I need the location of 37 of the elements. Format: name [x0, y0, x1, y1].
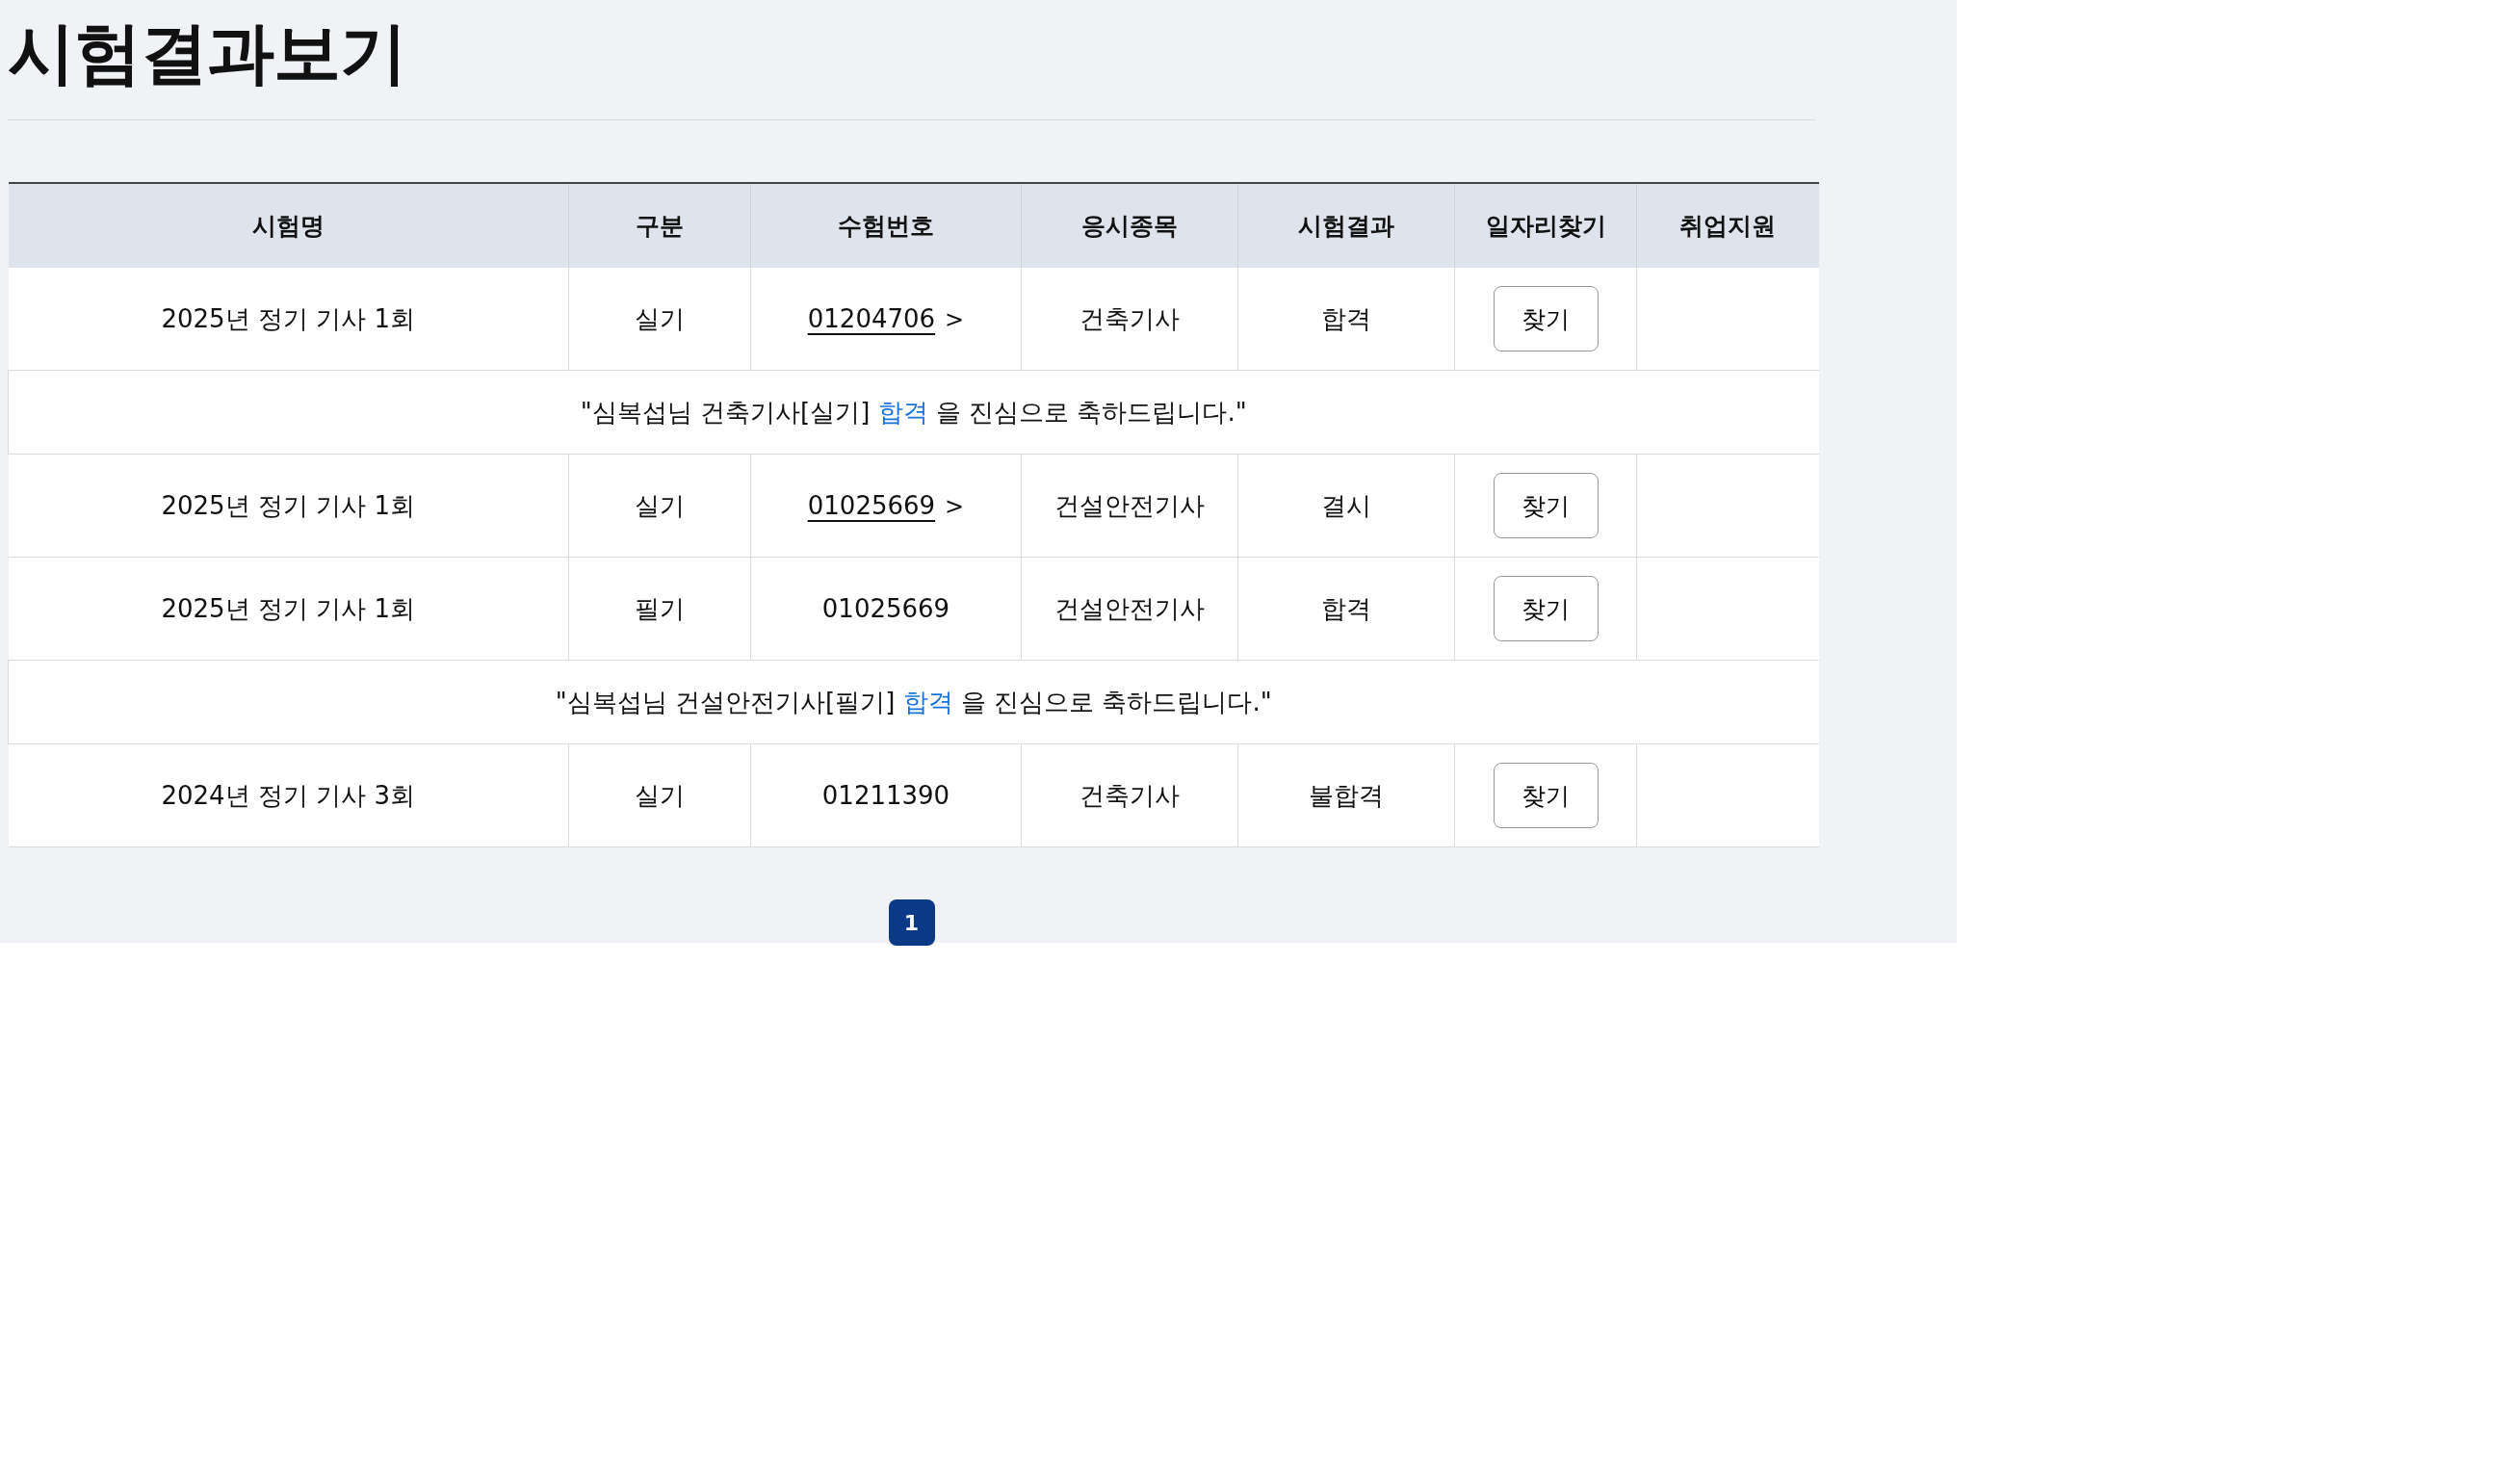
table-cell: 실기: [568, 268, 751, 371]
find-button[interactable]: 찾기: [1493, 763, 1599, 828]
chevron-icon: >: [945, 493, 965, 520]
table-cell: 2024년 정기 기사 3회: [8, 743, 569, 847]
table-cell: 실기: [568, 743, 751, 847]
column-header: 취업지원: [1636, 183, 1819, 268]
column-header: 수험번호: [750, 183, 1022, 268]
table-cell: 2025년 정기 기사 1회: [8, 268, 569, 371]
table-cell: 건설안전기사: [1021, 454, 1238, 558]
exam-number-link[interactable]: 01204706: [807, 304, 936, 333]
table-cell: 실기: [568, 454, 751, 558]
congratulation-message: "심복섭님 건설안전기사[필기] 합격 을 진심으로 축하드립니다.": [555, 687, 1272, 716]
table-cell: 불합격: [1237, 743, 1455, 847]
table-cell: 합격: [1237, 557, 1455, 661]
column-header: 일자리찾기: [1454, 183, 1637, 268]
exam-number-link[interactable]: 01025669: [807, 491, 936, 520]
table-cell: 2025년 정기 기사 1회: [8, 454, 569, 558]
chevron-icon: >: [945, 306, 965, 333]
page-title: 시험결과보기: [8, 13, 407, 92]
page-button[interactable]: 1: [888, 899, 935, 946]
exam-number: 01025669: [821, 594, 950, 623]
table-cell: 건축기사: [1021, 743, 1238, 847]
find-button[interactable]: 찾기: [1493, 473, 1599, 538]
table-cell: 2025년 정기 기사 1회: [8, 557, 569, 661]
find-button[interactable]: 찾기: [1493, 576, 1599, 641]
table-cell: 건설안전기사: [1021, 557, 1238, 661]
column-header: 응시종목: [1021, 183, 1238, 268]
column-header: 구분: [568, 183, 751, 268]
find-button[interactable]: 찾기: [1493, 286, 1599, 351]
table-cell: 필기: [568, 557, 751, 661]
table-cell: 결시: [1237, 454, 1455, 558]
exam-number: 01211390: [821, 781, 950, 810]
table-cell: 건축기사: [1021, 268, 1238, 371]
congratulation-message: "심복섭님 건축기사[실기] 합격 을 진심으로 축하드립니다.": [580, 397, 1247, 427]
column-header: 시험명: [8, 183, 569, 268]
column-header: 시험결과: [1237, 183, 1455, 268]
table-cell: 합격: [1237, 268, 1455, 371]
